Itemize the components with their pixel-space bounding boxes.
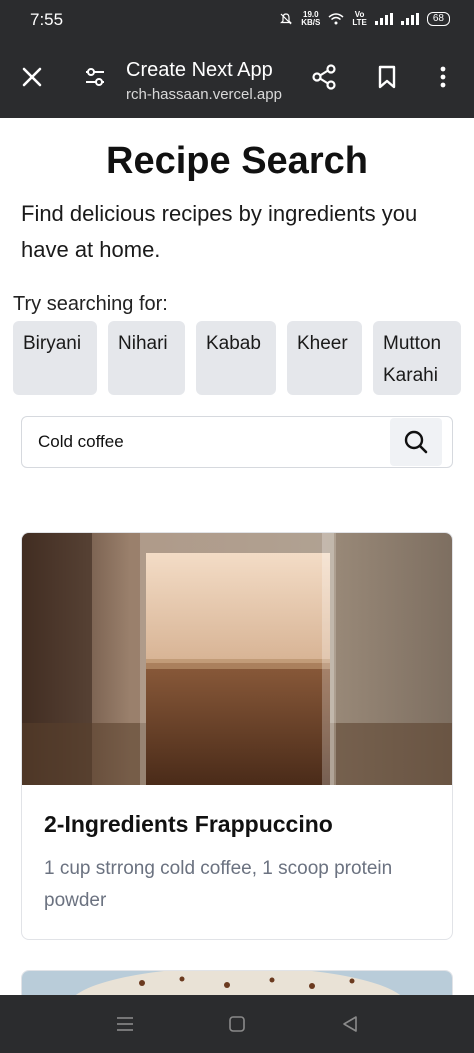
volte-indicator: Vo LTE [352, 11, 367, 27]
signal-icon [374, 13, 393, 25]
status-icons: 19.0 KB/S Vo LTE 68 [279, 11, 450, 27]
suggestions-label: Try searching for: [13, 293, 168, 315]
system-nav-bar [0, 995, 474, 1053]
share-icon[interactable] [309, 62, 339, 92]
tune-icon[interactable] [80, 62, 110, 92]
page-content: Recipe Search Find delicious recipes by … [0, 118, 474, 995]
suggestion-chip-mutton-karahi[interactable]: Mutton Karahi [373, 321, 461, 395]
page-subtitle: Find delicious recipes by ingredients yo… [21, 201, 418, 262]
menu-icon[interactable] [113, 1013, 137, 1035]
status-bar: 7:55 19.0 KB/S Vo LTE 68 [0, 0, 474, 40]
search-input[interactable] [38, 417, 388, 467]
search-bar [21, 416, 453, 468]
page-title: Recipe Search [106, 140, 368, 182]
browser-toolbar: Create Next App rch-hassaan.vercel.app [0, 40, 474, 118]
recipe-card[interactable]: 2-Ingredients Frappuccino 1 cup strrong … [21, 532, 453, 940]
battery-indicator: 68 [426, 12, 450, 26]
recipe-card[interactable] [21, 970, 453, 995]
recipe-description: 1 cup strrong cold coffee, 1 scoop prote… [44, 858, 393, 911]
search-icon [404, 430, 428, 454]
back-icon[interactable] [338, 1013, 362, 1035]
recipe-image [22, 971, 452, 995]
search-button[interactable] [390, 418, 442, 466]
wifi-icon [328, 13, 344, 25]
close-icon[interactable] [17, 62, 47, 92]
status-time: 7:55 [30, 10, 64, 29]
volte-bottom: LTE [352, 18, 367, 27]
mute-icon [280, 13, 293, 25]
more-vertical-icon[interactable] [428, 62, 458, 92]
recipe-title: 2-Ingredients Frappuccino [44, 811, 333, 837]
suggestion-chip-biryani[interactable]: Biryani [13, 321, 97, 395]
suggestion-chip-kabab[interactable]: Kabab [196, 321, 276, 395]
page-title-tab: Create Next App [126, 59, 273, 81]
net-speed: 19.0 KB/S [301, 11, 320, 27]
bookmark-icon[interactable] [372, 62, 402, 92]
suggestion-chip-kheer[interactable]: Kheer [287, 321, 362, 395]
suggestion-chips: Biryani Nihari Kabab Kheer Mutton Karahi [13, 321, 473, 395]
net-speed-unit: KB/S [301, 18, 321, 27]
url-text[interactable]: rch-hassaan.vercel.app [126, 86, 296, 103]
signal-icon [400, 13, 419, 25]
recipe-image [22, 533, 452, 785]
suggestion-chip-nihari[interactable]: Nihari [108, 321, 185, 395]
home-icon[interactable] [225, 1013, 249, 1035]
